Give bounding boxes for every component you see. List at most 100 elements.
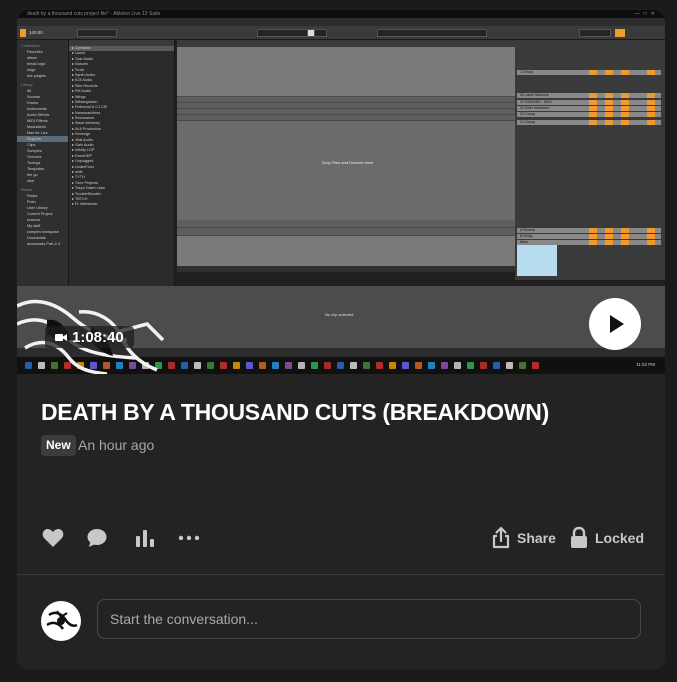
mixer-control bbox=[621, 106, 629, 111]
share-button[interactable]: Share bbox=[491, 522, 561, 554]
new-badge: New bbox=[41, 435, 76, 456]
mixer-control bbox=[647, 100, 655, 105]
taskbar-app-icon bbox=[363, 362, 370, 369]
taskbar-app-icon bbox=[311, 362, 318, 369]
mixer-track: 23 Group bbox=[517, 112, 661, 117]
main-track-selected bbox=[517, 240, 557, 276]
divider bbox=[17, 574, 665, 575]
taskbar-app-icon bbox=[467, 362, 474, 369]
taskbar-app-icon bbox=[415, 362, 422, 369]
daw-loop bbox=[377, 29, 487, 37]
avatar[interactable] bbox=[41, 601, 81, 641]
mixer-track: Main bbox=[517, 240, 661, 245]
mixer-control bbox=[621, 234, 629, 239]
bar-chart-icon[interactable] bbox=[133, 526, 157, 550]
daw-window-title: death by a thousand cuts project file* -… bbox=[27, 11, 161, 17]
taskbar-app-icon bbox=[181, 362, 188, 369]
mixer-control bbox=[589, 112, 597, 117]
mixer-control bbox=[621, 112, 629, 117]
daw-arrangement-view: Drop Files and Devices Here bbox=[177, 40, 515, 272]
taskbar-app-icon bbox=[506, 362, 513, 369]
daw-title-bar: death by a thousand cuts project file* -… bbox=[17, 10, 665, 18]
taskbar-app-icon bbox=[233, 362, 240, 369]
mixer-track: A Reverb bbox=[517, 228, 661, 233]
lock-icon bbox=[571, 526, 587, 548]
comment-input[interactable] bbox=[98, 600, 640, 638]
mixer-track-label: 24 Group bbox=[520, 120, 535, 124]
taskbar-app-icon bbox=[194, 362, 201, 369]
daw-menu-bar: FileEditCreatePlaybackViewNavigateOption… bbox=[17, 18, 665, 32]
daw-quantize bbox=[77, 29, 117, 37]
locked-label: Locked bbox=[595, 530, 645, 546]
mixer-track-label: 23 Group bbox=[520, 112, 535, 116]
taskbar-app-icon bbox=[428, 362, 435, 369]
mixer-control bbox=[647, 112, 655, 117]
mixer-control bbox=[605, 106, 613, 111]
comment-icon[interactable] bbox=[85, 526, 109, 550]
link-indicator bbox=[20, 29, 26, 37]
no-clip-text: No clip selected. bbox=[325, 312, 355, 317]
mixer-control bbox=[605, 100, 613, 105]
mixer-track-label: Main bbox=[520, 240, 528, 244]
mixer-control bbox=[589, 240, 597, 245]
mixer-control bbox=[621, 228, 629, 233]
taskbar-app-icon bbox=[337, 362, 344, 369]
browser-item: downloads-Part-2-3 bbox=[27, 242, 61, 246]
mixer-control bbox=[589, 120, 597, 125]
post-title: DEATH BY A THOUSAND CUTS (BREAKDOWN) bbox=[41, 399, 549, 425]
comment-input-box[interactable] bbox=[97, 599, 641, 639]
play-button[interactable] bbox=[589, 298, 641, 350]
mixer-control bbox=[605, 93, 613, 98]
daw-position bbox=[257, 29, 327, 37]
taskbar-app-icon bbox=[324, 362, 331, 369]
mixer-control bbox=[621, 70, 629, 75]
locked-status: Locked bbox=[569, 522, 649, 554]
mixer-track: 22 Killer transform bbox=[517, 106, 661, 111]
mixer-control bbox=[589, 100, 597, 105]
mixer-track: 20 Laser Machine bbox=[517, 93, 661, 98]
mixer-track: 24 Group bbox=[517, 120, 661, 125]
share-icon bbox=[492, 526, 510, 549]
taskbar-app-icon bbox=[298, 362, 305, 369]
arrangement-ruler bbox=[177, 40, 515, 47]
mixer-track: 1 Group bbox=[517, 70, 661, 75]
more-icon[interactable] bbox=[177, 526, 201, 550]
mixer-control bbox=[647, 93, 655, 98]
taskbar-app-icon bbox=[480, 362, 487, 369]
taskbar-app-icon bbox=[532, 362, 539, 369]
browser-item: else bbox=[27, 179, 34, 183]
post-timestamp: An hour ago bbox=[78, 437, 155, 453]
mixer-track: B Delay bbox=[517, 234, 661, 239]
mixer-control bbox=[605, 240, 613, 245]
daw-tempo: 140.00 bbox=[29, 30, 43, 35]
daw-browser-sidebar: Collections Favorites album break logic edge… bbox=[17, 40, 69, 286]
share-label: Share bbox=[517, 530, 556, 546]
post-actions: Share Locked bbox=[17, 522, 665, 554]
mixer-control bbox=[647, 70, 655, 75]
taskbar-app-icon bbox=[220, 362, 227, 369]
mixer-control bbox=[605, 112, 613, 117]
mixer-control bbox=[605, 70, 613, 75]
post-card: death by a thousand cuts project file* -… bbox=[17, 10, 665, 670]
video-camera-icon bbox=[55, 333, 67, 341]
taskbar-clock: 11:02 PM bbox=[636, 362, 655, 367]
mixer-control bbox=[589, 93, 597, 98]
video-thumbnail[interactable]: death by a thousand cuts project file* -… bbox=[17, 10, 665, 374]
daw-cpu bbox=[615, 29, 625, 37]
heart-icon[interactable] bbox=[41, 526, 65, 550]
daw-mixer: 1 Group 20 Laser Machine 21 REASIDE - MKD 2… bbox=[515, 40, 665, 280]
play-icon-small bbox=[307, 29, 315, 37]
video-duration-badge: 1:08:40 bbox=[45, 326, 134, 348]
mixer-control bbox=[605, 234, 613, 239]
user-avatar-art-icon bbox=[46, 610, 78, 630]
mixer-control bbox=[647, 228, 655, 233]
mixer-control bbox=[621, 100, 629, 105]
mixer-control bbox=[647, 234, 655, 239]
taskbar-app-icon bbox=[389, 362, 396, 369]
mixer-control bbox=[605, 228, 613, 233]
mixer-control bbox=[647, 120, 655, 125]
taskbar-app-icon bbox=[441, 362, 448, 369]
taskbar-app-icon bbox=[454, 362, 461, 369]
mixer-control bbox=[589, 70, 597, 75]
play-icon bbox=[610, 315, 624, 333]
